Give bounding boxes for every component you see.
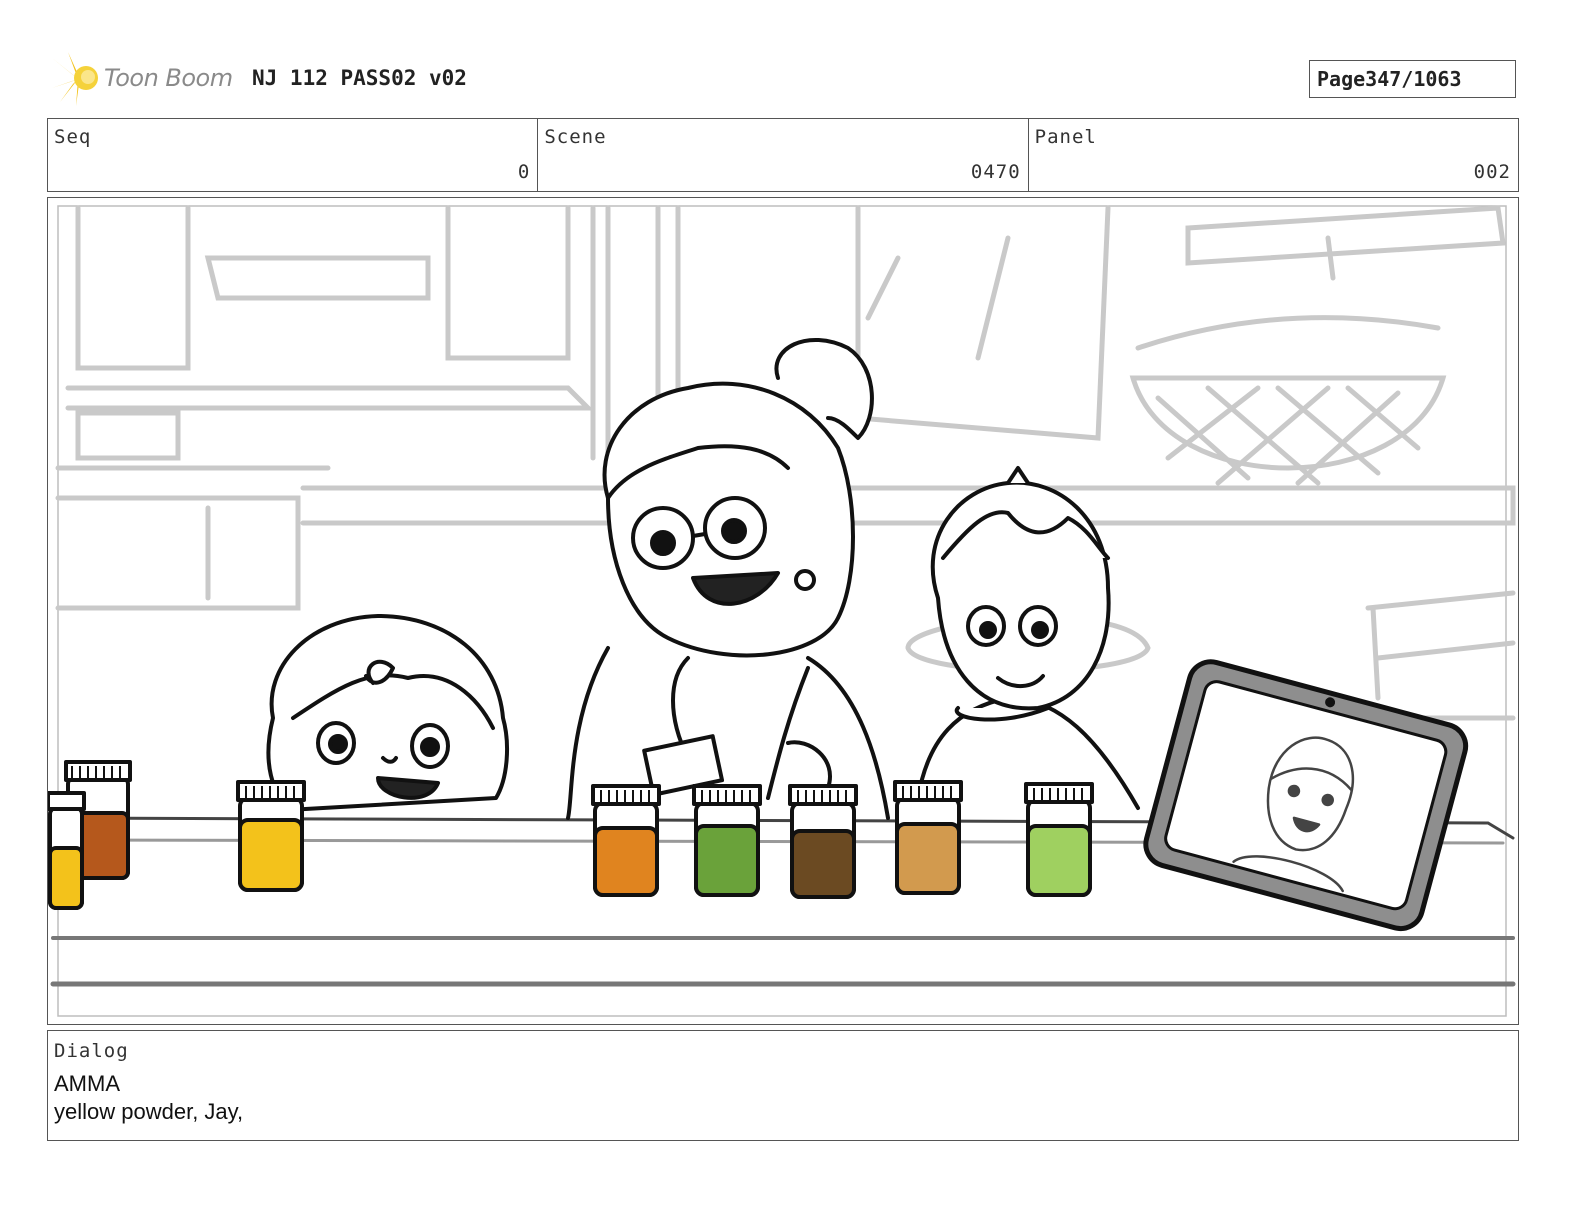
toon-boom-logo: Toon Boom bbox=[48, 50, 238, 108]
page-label: Page bbox=[1317, 67, 1366, 91]
dialog-speaker: AMMA bbox=[54, 1071, 120, 1096]
storyboard-panel bbox=[47, 197, 1519, 1025]
dialog-label: Dialog bbox=[54, 1040, 129, 1062]
seq-label: Seq bbox=[54, 126, 92, 148]
seq-cell: Seq 0 bbox=[48, 119, 539, 191]
panel-cell: Panel 002 bbox=[1029, 119, 1518, 191]
page-number: 347/1063 bbox=[1365, 67, 1462, 91]
logo-text: Toon Boom bbox=[104, 64, 233, 92]
amma-character bbox=[566, 338, 890, 820]
panel-drawing bbox=[48, 205, 1516, 1017]
page-indicator: Page 347/1063 bbox=[1309, 60, 1516, 98]
project-title: NJ 112 PASS02 v02 bbox=[252, 66, 467, 90]
panel-label: Panel bbox=[1034, 126, 1097, 148]
scene-cell: Scene 0470 bbox=[538, 119, 1029, 191]
seq-value: 0 bbox=[517, 161, 531, 183]
tablet bbox=[1143, 659, 1469, 932]
starburst-icon bbox=[50, 52, 98, 106]
dialog-line: yellow powder, Jay, bbox=[54, 1099, 244, 1124]
scene-info-row: Seq 0 Scene 0470 Panel 002 bbox=[47, 118, 1519, 192]
dialog-box: Dialog AMMA yellow powder, Jay, bbox=[47, 1030, 1519, 1141]
scene-value: 0470 bbox=[970, 161, 1021, 183]
scene-label: Scene bbox=[544, 126, 607, 148]
jay-character bbox=[916, 466, 1140, 810]
panel-value: 002 bbox=[1473, 161, 1511, 183]
